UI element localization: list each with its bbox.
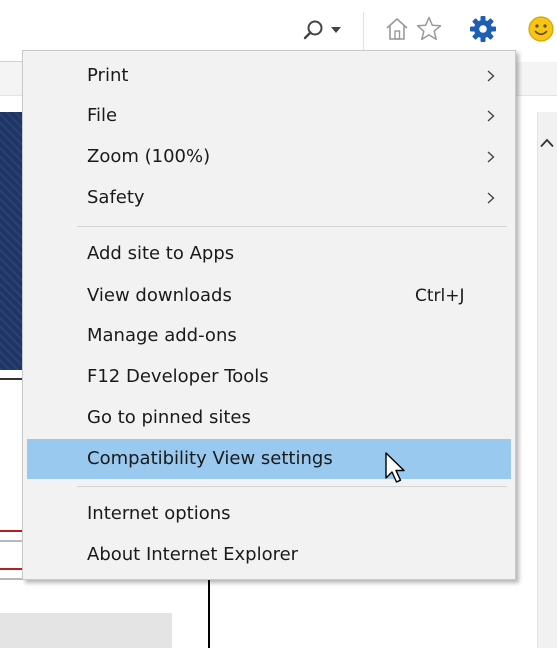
menu-item-go-to-pinned-sites[interactable]: Go to pinned sites [27,398,511,438]
menu-item-add-site-to-apps[interactable]: Add site to Apps [27,234,511,274]
tools-button[interactable] [468,14,498,44]
favorites-star-icon [415,15,443,43]
dropdown-arrow-icon [331,27,341,33]
menu-item-label: Compatibility View settings [87,448,333,469]
page-content-box [0,613,172,648]
vertical-scrollbar[interactable] [537,112,557,648]
smiley-feedback-icon [527,15,555,43]
search-button[interactable] [294,14,350,46]
tools-dropdown-menu: Print File Zoom (100%) Safety Add site t… [22,50,516,580]
home-icon [384,16,410,42]
chevron-up-icon [540,138,554,148]
menu-item-shortcut: Ctrl+J [415,286,465,306]
menu-item-print[interactable]: Print [27,56,511,96]
menu-item-label: File [87,105,118,126]
chevron-right-icon [486,110,496,122]
menu-item-zoom[interactable]: Zoom (100%) [27,137,511,177]
menu-item-label: F12 Developer Tools [87,366,269,387]
menu-item-internet-options[interactable]: Internet options [27,494,511,534]
chevron-right-icon [486,151,496,163]
chevron-right-icon [486,70,496,82]
search-icon [303,19,325,41]
menu-item-label: Zoom (100%) [87,146,211,167]
menu-item-label: Add site to Apps [87,243,235,264]
menu-item-about-internet-explorer[interactable]: About Internet Explorer [27,535,511,575]
menu-item-label: Print [87,65,129,86]
menu-item-file[interactable]: File [27,96,511,136]
tools-gear-icon [469,15,497,43]
menu-item-view-downloads[interactable]: View downloads Ctrl+J [27,276,511,316]
menu-item-label: Manage add-ons [87,325,237,346]
menu-item-label: Internet options [87,503,231,524]
mouse-pointer-icon [384,451,408,487]
ie-window-fragment: Print File Zoom (100%) Safety Add site t… [0,0,557,648]
menu-item-f12-developer-tools[interactable]: F12 Developer Tools [27,357,511,397]
menu-item-label: Go to pinned sites [87,407,251,428]
menu-separator [77,226,507,227]
scroll-up-button[interactable] [537,128,557,158]
favorites-button[interactable] [414,14,444,44]
menu-item-safety[interactable]: Safety [27,178,511,218]
menu-item-label: View downloads [87,285,232,306]
menu-item-label: Safety [87,187,145,208]
menu-item-manage-add-ons[interactable]: Manage add-ons [27,316,511,356]
menu-item-label: About Internet Explorer [87,544,299,565]
page-divider [208,580,210,648]
chevron-right-icon [486,192,496,204]
menu-item-compatibility-view-settings[interactable]: Compatibility View settings [27,439,511,479]
toolbar-divider [363,12,364,50]
menu-separator [77,486,507,487]
feedback-button[interactable] [526,14,556,44]
home-button[interactable] [382,14,412,44]
